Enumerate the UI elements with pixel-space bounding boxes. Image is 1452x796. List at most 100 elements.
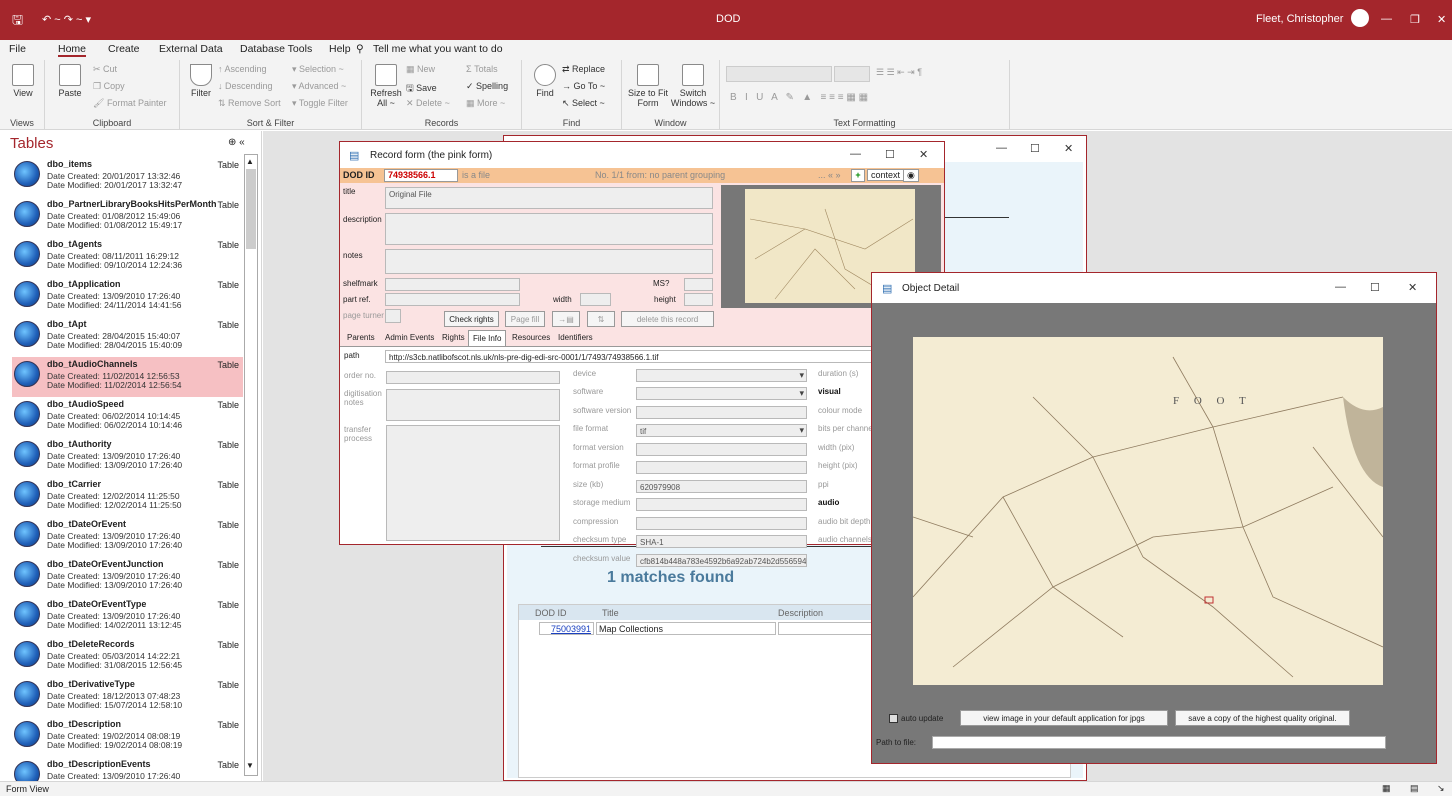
maximize-icon[interactable]: ☐	[885, 148, 895, 161]
nav-item-dbo_tDateOrEventJunction[interactable]: dbo_tDateOrEventJunction Table Date Create…	[12, 557, 243, 597]
minimize-icon[interactable]: —	[996, 142, 1007, 154]
pageturner-field[interactable]	[385, 309, 401, 323]
tech-field[interactable]: 620979908	[636, 479, 807, 493]
result-id-link[interactable]: 75003991	[551, 624, 591, 634]
new-record-button[interactable]: ▦ New	[406, 64, 435, 75]
menu-create[interactable]: Create	[108, 43, 140, 55]
result-id-cell[interactable]: 75003991	[539, 622, 594, 635]
nav-item-dbo_PartnerLibraryBooksHitsPerMonth[interactable]: dbo_PartnerLibraryBooksHitsPerMonth Table…	[12, 197, 243, 237]
record-nav-arrows[interactable]: ... « »	[818, 170, 841, 180]
nav-item-dbo_tAudioChannels[interactable]: dbo_tAudioChannels Table Date Created: 11/…	[12, 357, 243, 397]
sort-icon[interactable]: ⇅	[587, 311, 615, 327]
form-view-icon[interactable]: ▦	[1382, 783, 1391, 794]
height-field[interactable]	[684, 293, 713, 306]
tech-field[interactable]: SHA-1	[636, 535, 807, 548]
switch-windows-button[interactable]: Switch Windows ~	[670, 64, 716, 108]
more-button[interactable]: ▦ More ~	[466, 98, 505, 109]
totals-button[interactable]: Σ Totals	[466, 64, 498, 74]
minimize-icon[interactable]: —	[850, 148, 861, 160]
font-size-combo[interactable]	[834, 66, 870, 82]
minimize-icon[interactable]: —	[1335, 281, 1346, 293]
search-icon[interactable]: ⚲	[356, 43, 364, 55]
tab-identifiers[interactable]: Identifiers	[554, 330, 597, 345]
tech-field[interactable]	[636, 461, 807, 474]
partref-field[interactable]	[385, 293, 520, 306]
tech-field[interactable]	[636, 368, 807, 382]
close-icon[interactable]: ✕	[1064, 142, 1073, 155]
minimize-icon[interactable]: —	[1381, 13, 1392, 25]
tech-field[interactable]	[636, 516, 807, 530]
insert-icon[interactable]: →▤	[552, 311, 580, 327]
copy-button[interactable]: ❐ Copy	[93, 81, 125, 92]
maximize-icon[interactable]: ☐	[1370, 281, 1380, 294]
shelfmark-field[interactable]	[385, 278, 520, 291]
check-rights-button[interactable]: Check rights	[444, 311, 499, 327]
descending-button[interactable]: ↓ Descending	[218, 81, 273, 91]
nav-item-dbo_tDeleteRecords[interactable]: dbo_tDeleteRecords Table Date Created: 05/…	[12, 637, 243, 677]
tab-parents[interactable]: Parents	[343, 330, 379, 345]
result-title-cell[interactable]: Map Collections	[596, 622, 776, 635]
result-description-cell[interactable]	[778, 622, 878, 635]
undo-icon[interactable]: ↶ ~ ↷ ~ ▾	[42, 13, 91, 26]
tell-me-search[interactable]: Tell me what you want to do	[373, 43, 503, 55]
scroll-up-icon[interactable]: ▲	[246, 157, 256, 167]
replace-button[interactable]: ⇄ Replace	[562, 64, 605, 75]
menu-external-data[interactable]: External Data	[159, 43, 223, 55]
delete-record-button[interactable]: ✕ Delete ~	[406, 98, 450, 109]
nav-item-dbo_tDateOrEvent[interactable]: dbo_tDateOrEvent Table Date Created: 13/09…	[12, 517, 243, 557]
tab-resources[interactable]: Resources	[508, 330, 554, 345]
ms-field[interactable]	[684, 278, 713, 291]
nav-item-dbo_tDerivativeType[interactable]: dbo_tDerivativeType Table Date Created: 18…	[12, 677, 243, 717]
spelling-button[interactable]: ✓ Spelling	[466, 81, 508, 92]
ascending-button[interactable]: ↑ Ascending	[218, 64, 267, 74]
binoculars-icon[interactable]: ◉	[903, 169, 919, 182]
scroll-down-icon[interactable]: ▼	[246, 761, 256, 771]
path-to-file-field[interactable]	[932, 736, 1386, 749]
tech-field[interactable]: cfb814b448a783e4592b6a92ab724b2d556594	[636, 553, 807, 567]
save-icon[interactable]: 🖫	[12, 11, 23, 33]
select-button[interactable]: ↖ Select ~	[562, 98, 605, 109]
menu-home[interactable]: Home	[58, 43, 87, 57]
advanced-button[interactable]: ▾ Advanced ~	[292, 81, 346, 92]
tech-field[interactable]	[636, 387, 807, 400]
dod-id-field[interactable]: 74938566.1	[384, 169, 458, 182]
tech-field[interactable]	[636, 498, 807, 511]
nav-item-dbo_tApplication[interactable]: dbo_tApplication Table Date Created: 13/09…	[12, 277, 243, 317]
map-image[interactable]: F O O T	[912, 337, 1384, 685]
nav-scrollbar[interactable]: ▲ ▼	[244, 154, 258, 776]
close-icon[interactable]: ✕	[1408, 281, 1417, 294]
tab-file-info[interactable]: File Info	[468, 330, 507, 346]
context-button[interactable]: context	[867, 169, 905, 181]
delete-record-button[interactable]: delete this record	[621, 311, 714, 327]
tab-rights[interactable]: Rights	[438, 330, 469, 345]
menu-file[interactable]: File	[9, 43, 26, 55]
tech-field[interactable]	[636, 405, 807, 419]
digitisation-notes-field[interactable]	[386, 389, 560, 421]
font-family-combo[interactable]	[726, 66, 832, 82]
nav-item-dbo_tCarrier[interactable]: dbo_tCarrier Table Date Created: 12/02/201…	[12, 477, 243, 517]
nav-menu-icon[interactable]: ⊕ «	[228, 137, 245, 148]
nav-item-dbo_tAuthority[interactable]: dbo_tAuthority Table Date Created: 13/09/2…	[12, 437, 243, 477]
layout-view-icon[interactable]: ↘	[1437, 783, 1445, 794]
nav-item-dbo_tApt[interactable]: dbo_tApt Table Date Created: 28/04/2015 15…	[12, 317, 243, 357]
filter-button[interactable]: Filter	[186, 64, 216, 98]
size-to-fit-button[interactable]: Size to Fit Form	[626, 64, 670, 108]
design-view-icon[interactable]: ▤	[1410, 783, 1419, 794]
description-field[interactable]	[385, 213, 713, 245]
save-record-button[interactable]: 🖫 Save	[406, 81, 437, 97]
nav-item-dbo_items[interactable]: dbo_items Table Date Created: 20/01/2017 1…	[12, 157, 243, 197]
view-image-button[interactable]: view image in your default application f…	[960, 710, 1168, 726]
transfer-process-field[interactable]	[386, 425, 560, 541]
notes-field[interactable]	[385, 249, 713, 274]
tech-field[interactable]	[636, 442, 807, 456]
auto-update-checkbox[interactable]	[889, 714, 898, 723]
paste-button[interactable]: Paste	[55, 64, 85, 98]
remove-sort-button[interactable]: ⇅ Remove Sort	[218, 98, 281, 109]
nav-item-dbo_tAgents[interactable]: dbo_tAgents Table Date Created: 08/11/2011…	[12, 237, 243, 277]
find-button[interactable]: Find	[530, 64, 560, 98]
list-icon[interactable]: ☰ ☰ ⇤ ⇥ ¶	[876, 67, 922, 78]
goto-button[interactable]: → Go To ~	[562, 81, 605, 91]
toggle-filter-button[interactable]: ▾ Toggle Filter	[292, 98, 348, 109]
format-painter-button[interactable]: 🖌 Format Painter	[93, 98, 166, 109]
bold-icon[interactable]: B I U A ✎ ▲ ≡ ≡ ≡ ▦ ▦	[730, 92, 868, 103]
